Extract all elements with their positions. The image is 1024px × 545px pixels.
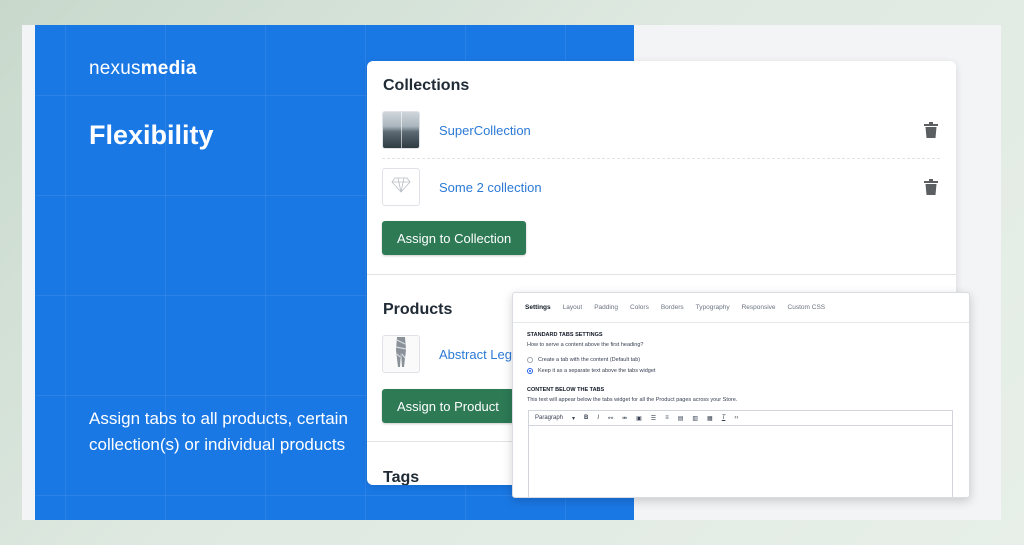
tags-title: Tags: [383, 469, 420, 485]
collection-row: SuperCollection: [382, 110, 940, 150]
format-select[interactable]: Paragraph: [535, 415, 563, 421]
logo-light-text: nexus: [89, 58, 141, 79]
tab-responsive[interactable]: Responsive: [742, 304, 776, 311]
align-center-icon[interactable]: ▥: [692, 415, 698, 422]
tab-padding[interactable]: Padding: [594, 304, 618, 311]
align-left-icon[interactable]: ▤: [678, 415, 684, 422]
bold-icon[interactable]: B: [584, 415, 588, 421]
tab-layout[interactable]: Layout: [563, 304, 583, 311]
tab-custom-css[interactable]: Custom CSS: [788, 304, 826, 311]
tab-colors[interactable]: Colors: [630, 304, 649, 311]
collection-thumbnail: [382, 168, 420, 206]
logo-bold-text: media: [140, 58, 197, 79]
tab-borders[interactable]: Borders: [661, 304, 684, 311]
standard-settings-question: How to serve a content above the first h…: [527, 342, 644, 348]
leggings-icon: [393, 336, 409, 372]
unlink-icon[interactable]: ⚮: [622, 415, 627, 422]
hero-description: Assign tabs to all products, certain col…: [89, 409, 348, 454]
content-below-heading: CONTENT BELOW THE TABS: [527, 387, 605, 393]
radio-button[interactable]: [527, 357, 533, 363]
collection-thumbnail: [382, 111, 420, 149]
assign-to-product-button[interactable]: Assign to Product: [382, 389, 514, 423]
assign-to-collection-button[interactable]: Assign to Collection: [382, 221, 527, 255]
row-divider: [382, 158, 940, 159]
radio-button-selected[interactable]: [527, 368, 533, 374]
product-thumbnail: [382, 335, 420, 373]
image-icon[interactable]: ▣: [636, 415, 642, 422]
radio-option[interactable]: Keep it as a separate text above the tab…: [527, 368, 655, 374]
standard-settings-heading: STANDARD TABS SETTINGS: [527, 332, 603, 338]
radio-option[interactable]: Create a tab with the content (Default t…: [527, 357, 640, 363]
link-icon[interactable]: ⚯: [608, 415, 613, 422]
tab-typography[interactable]: Typography: [696, 304, 730, 311]
numbered-list-icon[interactable]: ≡: [665, 415, 669, 421]
code-icon[interactable]: ‹›: [734, 415, 738, 421]
tab-settings[interactable]: Settings: [525, 304, 551, 311]
align-right-icon[interactable]: ▦: [707, 415, 713, 422]
collection-row: Some 2 collection: [382, 167, 940, 207]
diamond-icon: [391, 177, 411, 198]
brand-logo: nexusmedia: [89, 58, 197, 80]
trash-icon[interactable]: [924, 122, 938, 138]
hero-headline: Flexibility: [89, 120, 214, 150]
collection-link[interactable]: Some 2 collection: [439, 180, 924, 195]
collections-title: Collections: [383, 77, 470, 94]
clear-format-icon[interactable]: T: [722, 415, 726, 421]
radio-label: Create a tab with the content (Default t…: [538, 357, 641, 363]
rich-text-editor[interactable]: Paragraph ▾ B I ⚯ ⚮ ▣ ☰ ≡ ▤ ▥ ▦ T ‹›: [528, 410, 953, 497]
products-title: Products: [383, 301, 453, 318]
settings-tabs: Settings Layout Padding Colors Borders T…: [513, 293, 969, 323]
bullet-list-icon[interactable]: ☰: [651, 415, 656, 422]
italic-icon[interactable]: I: [597, 415, 599, 421]
settings-panel: Settings Layout Padding Colors Borders T…: [512, 292, 970, 498]
editor-toolbar: Paragraph ▾ B I ⚯ ⚮ ▣ ☰ ≡ ▤ ▥ ▦ T ‹›: [529, 411, 952, 426]
section-divider: [367, 274, 956, 275]
content-below-note: This text will appear below the tabs wid…: [527, 397, 738, 403]
radio-label: Keep it as a separate text above the tab…: [538, 368, 656, 374]
trash-icon[interactable]: [924, 179, 938, 195]
collection-link[interactable]: SuperCollection: [439, 123, 924, 138]
chevron-down-icon[interactable]: ▾: [572, 415, 575, 422]
